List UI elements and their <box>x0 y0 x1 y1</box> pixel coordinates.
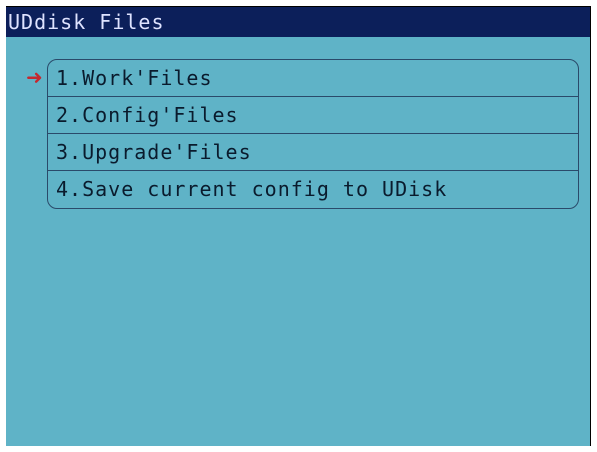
right-arrow-icon: ➜ <box>26 65 43 89</box>
menu-item-upgrade-files[interactable]: 3.Upgrade'Files <box>48 134 578 171</box>
file-menu: 1.Work'Files 2.Config'Files 3.Upgrade'Fi… <box>47 59 579 209</box>
screen-title: UDdisk Files <box>6 7 590 37</box>
menu-item-config-files[interactable]: 2.Config'Files <box>48 97 578 134</box>
menu-item-save-config[interactable]: 4.Save current config to UDisk <box>48 171 578 208</box>
device-screen: UDdisk Files ➜ 1.Work'Files 2.Config'Fil… <box>6 6 591 446</box>
menu-item-work-files[interactable]: 1.Work'Files <box>48 60 578 97</box>
